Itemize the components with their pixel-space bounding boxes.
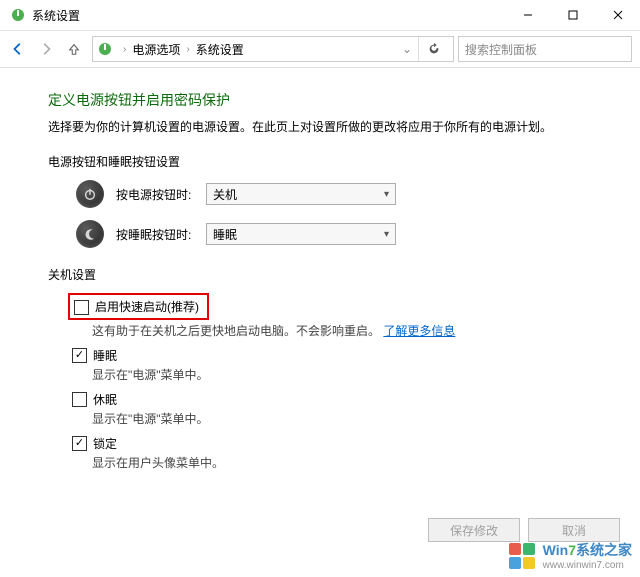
page-description: 选择要为你的计算机设置的电源设置。在此页上对设置所做的更改将应用于你所有的电源计… <box>48 118 616 135</box>
crumb-power-options[interactable]: 电源选项 <box>132 41 180 58</box>
search-input[interactable]: 搜索控制面板 <box>458 36 632 62</box>
power-button-value: 关机 <box>213 186 237 203</box>
watermark-url: www.winwin7.com <box>543 560 632 571</box>
section-shutdown-title: 关机设置 <box>48 266 616 283</box>
maximize-button[interactable] <box>550 0 595 30</box>
watermark-brand-b: 7 <box>568 542 576 558</box>
watermark: Win7系统之家 www.winwin7.com <box>507 540 632 571</box>
learn-more-link[interactable]: 了解更多信息 <box>383 324 455 338</box>
refresh-button[interactable] <box>418 37 449 61</box>
watermark-brand-c: 系统之家 <box>576 542 632 558</box>
chevron-right-icon: › <box>123 44 126 55</box>
sleep-checkbox[interactable] <box>72 348 87 363</box>
fast-startup-desc: 这有助于在关机之后更快地启动电脑。不会影响重启。 <box>92 324 380 338</box>
sleep-option-label: 睡眠 <box>93 347 117 364</box>
fast-startup-checkbox[interactable] <box>74 300 89 315</box>
sleep-option-desc: 显示在"电源"菜单中。 <box>92 366 616 383</box>
power-button-label: 按电源按钮时: <box>116 186 206 203</box>
close-button[interactable] <box>595 0 640 30</box>
back-button[interactable] <box>4 35 32 63</box>
power-button-select[interactable]: 关机 ▾ <box>206 183 396 205</box>
fast-startup-label: 启用快速启动(推荐) <box>95 298 199 315</box>
fast-startup-highlight: 启用快速启动(推荐) <box>68 293 209 320</box>
sleep-icon <box>76 220 104 248</box>
breadcrumb[interactable]: › 电源选项 › 系统设置 ⌄ <box>92 36 454 62</box>
sleep-button-value: 睡眠 <box>213 226 237 243</box>
cancel-button[interactable]: 取消 <box>528 518 620 542</box>
search-placeholder: 搜索控制面板 <box>465 41 537 58</box>
forward-button[interactable] <box>32 35 60 63</box>
sleep-button-select[interactable]: 睡眠 ▾ <box>206 223 396 245</box>
power-options-icon <box>97 41 113 57</box>
watermark-logo-icon <box>507 541 537 571</box>
sleep-button-label: 按睡眠按钮时: <box>116 226 206 243</box>
save-button[interactable]: 保存修改 <box>428 518 520 542</box>
chevron-down-icon[interactable]: ⌄ <box>402 42 412 56</box>
lock-option-desc: 显示在用户头像菜单中。 <box>92 454 616 471</box>
section-power-buttons-title: 电源按钮和睡眠按钮设置 <box>48 153 616 170</box>
window-title: 系统设置 <box>32 7 80 24</box>
chevron-down-icon: ▾ <box>384 189 389 200</box>
chevron-down-icon: ▾ <box>384 229 389 240</box>
power-icon <box>76 180 104 208</box>
minimize-button[interactable] <box>505 0 550 30</box>
watermark-brand-a: Win <box>543 542 569 558</box>
app-icon <box>10 7 26 23</box>
hibernate-option-desc: 显示在"电源"菜单中。 <box>92 410 616 427</box>
hibernate-checkbox[interactable] <box>72 392 87 407</box>
up-button[interactable] <box>60 35 88 63</box>
lock-option-label: 锁定 <box>93 435 117 452</box>
crumb-system-settings[interactable]: 系统设置 <box>196 41 244 58</box>
chevron-right-icon: › <box>186 44 189 55</box>
hibernate-option-label: 休眠 <box>93 391 117 408</box>
lock-checkbox[interactable] <box>72 436 87 451</box>
page-title: 定义电源按钮并启用密码保护 <box>48 90 616 110</box>
